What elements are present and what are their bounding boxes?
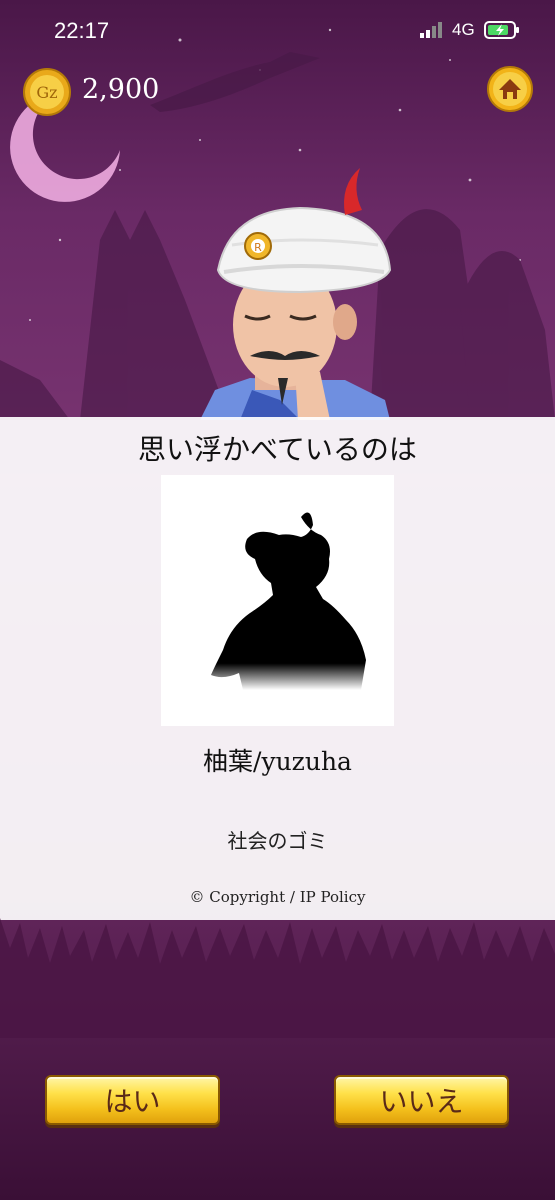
result-headline: 思い浮かべているのは — [138, 433, 417, 466]
grass-decoration — [0, 918, 555, 1038]
character-description: 社会のゴミ — [227, 829, 328, 853]
no-button[interactable]: いいえ — [334, 1075, 509, 1125]
character-photo — [161, 475, 394, 726]
yes-button[interactable]: はい — [45, 1075, 220, 1125]
copyright-link[interactable]: © Copyright / IP Policy — [0, 888, 555, 906]
genie-character: R — [200, 168, 392, 420]
status-bar: 22:17 4G — [0, 0, 555, 62]
silhouette-image — [211, 512, 366, 690]
status-time: 22:17 — [54, 18, 110, 43]
svg-text:R: R — [254, 241, 262, 254]
network-type: 4G — [452, 20, 475, 39]
signal-icon — [420, 22, 442, 38]
battery-icon — [484, 21, 519, 39]
character-name: 柚葉/yuzuha — [203, 747, 352, 776]
